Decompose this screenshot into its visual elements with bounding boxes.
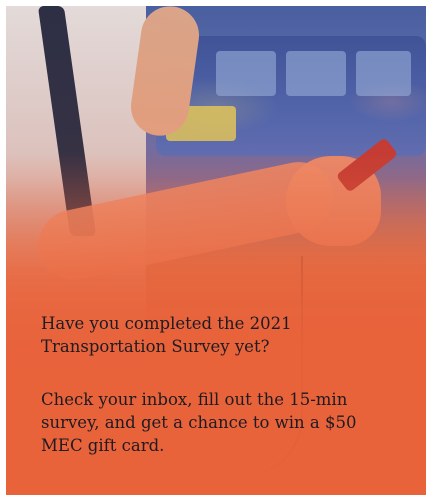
page-frame: Have you completed the 2021 Transportati… [0, 0, 432, 501]
promo-body: Check your inbox, fill out the 15-min su… [41, 390, 357, 455]
promo-headline: Have you completed the 2021 Transportati… [41, 314, 292, 356]
survey-promo-card: Have you completed the 2021 Transportati… [6, 6, 426, 495]
